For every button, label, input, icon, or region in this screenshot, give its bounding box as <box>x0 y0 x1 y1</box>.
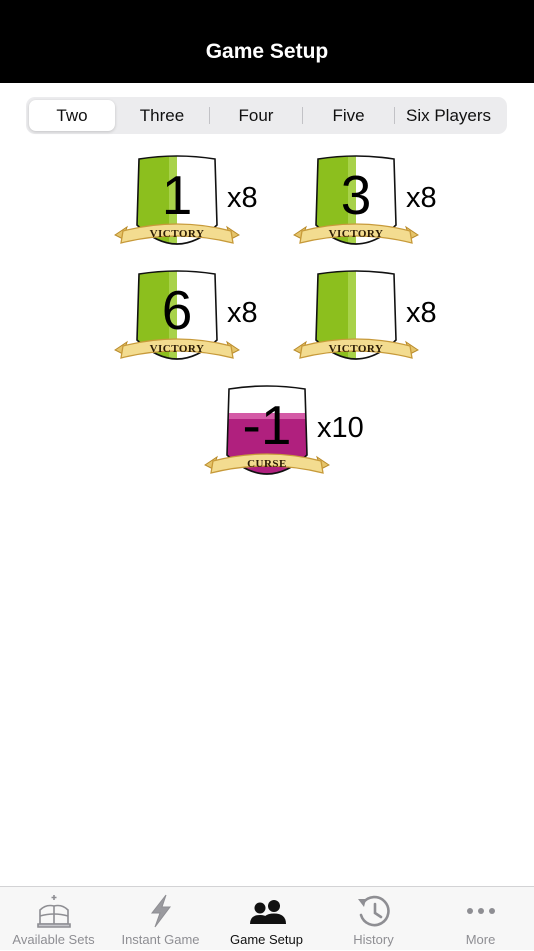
card-count: x8 <box>406 297 437 329</box>
card-count: x8 <box>227 297 258 329</box>
card-value: -1 <box>242 394 292 456</box>
card-count: x10 <box>317 412 364 444</box>
tab-game-setup[interactable]: Game Setup <box>213 887 320 951</box>
segment-five[interactable]: Five <box>303 100 394 131</box>
tab-history[interactable]: History <box>320 887 427 951</box>
tab-label: Game Setup <box>230 932 303 947</box>
history-icon <box>357 895 390 927</box>
card-type-label: VICTORY <box>149 343 205 355</box>
tab-label: Available Sets <box>12 932 95 947</box>
card-type-label: VICTORY <box>328 228 384 240</box>
card-count: x8 <box>406 182 437 214</box>
page-title: Game Setup <box>205 40 329 63</box>
segment-three[interactable]: Three <box>115 100 209 131</box>
card-count: x8 <box>227 182 258 214</box>
segment-label: Two <box>56 105 88 125</box>
victory-card-blank: VICTORY x8 <box>292 270 442 370</box>
card-type-label: VICTORY <box>328 343 384 355</box>
tab-label: History <box>353 932 394 947</box>
card-value: 6 <box>161 279 193 341</box>
lightning-icon <box>150 894 171 928</box>
segment-label: Four <box>238 105 274 125</box>
tab-label: Instant Game <box>121 932 200 947</box>
card-type-label: VICTORY <box>149 228 205 240</box>
segment-label: Six Players <box>405 105 492 125</box>
player-count-selector[interactable]: Two Three Four Five Six Players <box>26 97 507 134</box>
tab-instant-game[interactable]: Instant Game <box>107 887 214 951</box>
segment-six-players[interactable]: Six Players <box>395 100 502 131</box>
victory-shield-icon <box>293 270 419 360</box>
crown-icon <box>36 895 71 928</box>
tab-more[interactable]: More <box>427 887 534 951</box>
players-icon <box>249 900 286 924</box>
victory-card-3: 3 VICTORY x8 <box>292 155 442 255</box>
victory-card-1: 1 VICTORY x8 <box>113 155 263 255</box>
segment-label: Three <box>139 105 185 125</box>
nav-bar: Game Setup <box>0 0 534 83</box>
tab-label: More <box>465 932 496 947</box>
card-type-label: CURSE <box>247 458 287 470</box>
curse-card: -1 CURSE x10 <box>203 385 364 485</box>
tab-bar: Available Sets Instant Game Game Setup H… <box>0 886 534 950</box>
tab-available-sets[interactable]: Available Sets <box>0 887 107 951</box>
card-value: 1 <box>161 164 193 226</box>
victory-card-6: 6 VICTORY x8 <box>113 270 263 370</box>
card-value: 3 <box>340 164 372 226</box>
more-icon <box>466 908 495 914</box>
segment-two[interactable]: Two <box>29 100 115 131</box>
segment-four[interactable]: Four <box>210 100 302 131</box>
segment-label: Five <box>332 105 365 125</box>
